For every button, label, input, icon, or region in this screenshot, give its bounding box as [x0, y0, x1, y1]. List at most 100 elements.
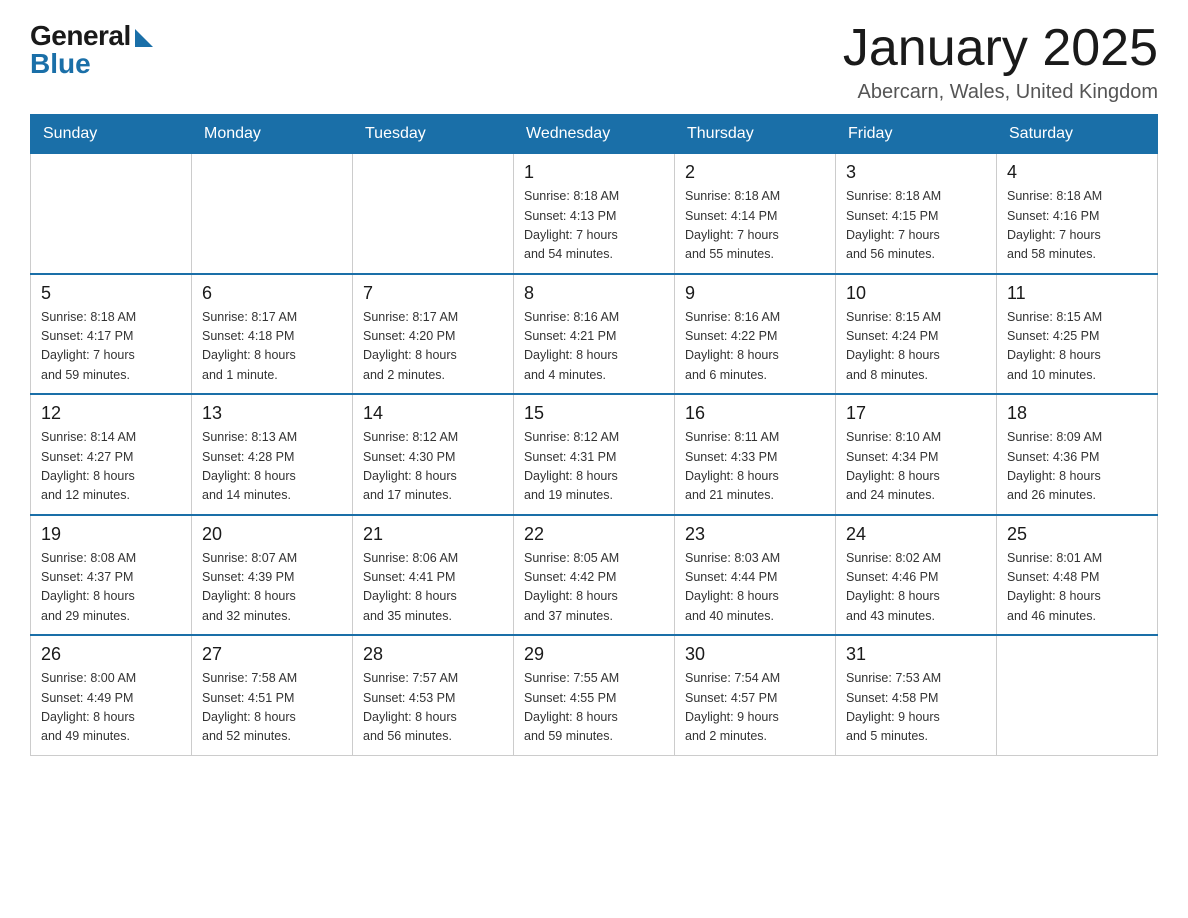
calendar-cell: 26 Sunrise: 8:00 AMSunset: 4:49 PMDayligh…: [31, 635, 192, 755]
day-info: Sunrise: 7:54 AMSunset: 4:57 PMDaylight:…: [685, 669, 825, 747]
calendar-cell: 9Sunrise: 8:16 AMSunset: 4:22 PMDaylight…: [675, 274, 836, 395]
col-header-thursday: Thursday: [675, 115, 836, 154]
day-info: Sunrise: 8:18 AMSunset: 4:16 PMDaylight:…: [1007, 187, 1147, 265]
calendar-cell: 21 Sunrise: 8:06 AMSunset: 4:41 PMDayligh…: [353, 515, 514, 636]
day-info: Sunrise: 8:07 AMSunset: 4:39 PMDaylight:…: [202, 549, 342, 627]
col-header-wednesday: Wednesday: [514, 115, 675, 154]
calendar-cell: 20 Sunrise: 8:07 AMSunset: 4:39 PMDayligh…: [192, 515, 353, 636]
logo: General Blue: [30, 20, 153, 80]
day-info: Sunrise: 7:57 AMSunset: 4:53 PMDaylight:…: [363, 669, 503, 747]
day-number: 6: [202, 283, 342, 304]
calendar-cell: [353, 154, 514, 274]
week-row-1: 1 Sunrise: 8:18 AMSunset: 4:13 PMDaylight…: [31, 154, 1158, 274]
week-row-5: 26 Sunrise: 8:00 AMSunset: 4:49 PMDayligh…: [31, 635, 1158, 755]
calendar-cell: 13Sunrise: 8:13 AMSunset: 4:28 PMDayligh…: [192, 394, 353, 515]
day-number: 18: [1007, 403, 1147, 424]
calendar-cell: 28Sunrise: 7:57 AMSunset: 4:53 PMDayligh…: [353, 635, 514, 755]
day-number: 24: [846, 524, 986, 545]
calendar-cell: [997, 635, 1158, 755]
day-number: 17: [846, 403, 986, 424]
day-info: Sunrise: 7:58 AMSunset: 4:51 PMDaylight:…: [202, 669, 342, 747]
calendar-cell: 18 Sunrise: 8:09 AMSunset: 4:36 PMDayligh…: [997, 394, 1158, 515]
calendar-cell: 3 Sunrise: 8:18 AMSunset: 4:15 PMDaylight…: [836, 154, 997, 274]
calendar-cell: 29 Sunrise: 7:55 AMSunset: 4:55 PMDayligh…: [514, 635, 675, 755]
logo-triangle-icon: [135, 29, 153, 47]
week-row-3: 12 Sunrise: 8:14 AMSunset: 4:27 PMDayligh…: [31, 394, 1158, 515]
day-number: 12: [41, 403, 181, 424]
calendar-cell: 8 Sunrise: 8:16 AMSunset: 4:21 PMDaylight…: [514, 274, 675, 395]
day-info: Sunrise: 8:17 AMSunset: 4:18 PMDaylight:…: [202, 308, 342, 386]
day-info: Sunrise: 8:18 AMSunset: 4:13 PMDaylight:…: [524, 187, 664, 265]
calendar-cell: 23 Sunrise: 8:03 AMSunset: 4:44 PMDayligh…: [675, 515, 836, 636]
day-number: 1: [524, 162, 664, 183]
day-number: 11: [1007, 283, 1147, 304]
calendar-cell: 30 Sunrise: 7:54 AMSunset: 4:57 PMDayligh…: [675, 635, 836, 755]
day-number: 22: [524, 524, 664, 545]
day-number: 29: [524, 644, 664, 665]
day-number: 20: [202, 524, 342, 545]
day-number: 19: [41, 524, 181, 545]
calendar-cell: 24Sunrise: 8:02 AMSunset: 4:46 PMDayligh…: [836, 515, 997, 636]
calendar-cell: 12 Sunrise: 8:14 AMSunset: 4:27 PMDayligh…: [31, 394, 192, 515]
calendar-cell: 25Sunrise: 8:01 AMSunset: 4:48 PMDayligh…: [997, 515, 1158, 636]
day-number: 2: [685, 162, 825, 183]
header-row: SundayMondayTuesdayWednesdayThursdayFrid…: [31, 115, 1158, 154]
col-header-sunday: Sunday: [31, 115, 192, 154]
day-info: Sunrise: 8:03 AMSunset: 4:44 PMDaylight:…: [685, 549, 825, 627]
day-info: Sunrise: 7:55 AMSunset: 4:55 PMDaylight:…: [524, 669, 664, 747]
day-number: 27: [202, 644, 342, 665]
calendar-table: SundayMondayTuesdayWednesdayThursdayFrid…: [30, 114, 1158, 756]
calendar-cell: 11Sunrise: 8:15 AMSunset: 4:25 PMDayligh…: [997, 274, 1158, 395]
day-info: Sunrise: 8:09 AMSunset: 4:36 PMDaylight:…: [1007, 428, 1147, 506]
day-info: Sunrise: 8:01 AMSunset: 4:48 PMDaylight:…: [1007, 549, 1147, 627]
calendar-cell: [192, 154, 353, 274]
day-number: 26: [41, 644, 181, 665]
day-number: 31: [846, 644, 986, 665]
day-info: Sunrise: 8:12 AMSunset: 4:31 PMDaylight:…: [524, 428, 664, 506]
day-info: Sunrise: 8:13 AMSunset: 4:28 PMDaylight:…: [202, 428, 342, 506]
day-info: Sunrise: 8:18 AMSunset: 4:14 PMDaylight:…: [685, 187, 825, 265]
day-info: Sunrise: 7:53 AMSunset: 4:58 PMDaylight:…: [846, 669, 986, 747]
day-number: 9: [685, 283, 825, 304]
calendar-cell: [31, 154, 192, 274]
day-info: Sunrise: 8:00 AMSunset: 4:49 PMDaylight:…: [41, 669, 181, 747]
calendar-cell: 19 Sunrise: 8:08 AMSunset: 4:37 PMDayligh…: [31, 515, 192, 636]
day-info: Sunrise: 8:18 AMSunset: 4:15 PMDaylight:…: [846, 187, 986, 265]
day-info: Sunrise: 8:10 AMSunset: 4:34 PMDaylight:…: [846, 428, 986, 506]
day-number: 23: [685, 524, 825, 545]
day-info: Sunrise: 8:05 AMSunset: 4:42 PMDaylight:…: [524, 549, 664, 627]
calendar-cell: 4 Sunrise: 8:18 AMSunset: 4:16 PMDaylight…: [997, 154, 1158, 274]
calendar-cell: 5 Sunrise: 8:18 AMSunset: 4:17 PMDaylight…: [31, 274, 192, 395]
day-number: 5: [41, 283, 181, 304]
col-header-monday: Monday: [192, 115, 353, 154]
calendar-cell: 2 Sunrise: 8:18 AMSunset: 4:14 PMDaylight…: [675, 154, 836, 274]
calendar-cell: 1 Sunrise: 8:18 AMSunset: 4:13 PMDaylight…: [514, 154, 675, 274]
title-section: January 2025 Abercarn, Wales, United Kin…: [843, 20, 1158, 104]
day-number: 10: [846, 283, 986, 304]
calendar-cell: 27 Sunrise: 7:58 AMSunset: 4:51 PMDayligh…: [192, 635, 353, 755]
day-number: 30: [685, 644, 825, 665]
calendar-cell: 17 Sunrise: 8:10 AMSunset: 4:34 PMDayligh…: [836, 394, 997, 515]
day-number: 14: [363, 403, 503, 424]
day-info: Sunrise: 8:16 AMSunset: 4:21 PMDaylight:…: [524, 308, 664, 386]
day-info: Sunrise: 8:14 AMSunset: 4:27 PMDaylight:…: [41, 428, 181, 506]
col-header-friday: Friday: [836, 115, 997, 154]
day-number: 7: [363, 283, 503, 304]
day-info: Sunrise: 8:06 AMSunset: 4:41 PMDaylight:…: [363, 549, 503, 627]
day-number: 4: [1007, 162, 1147, 183]
day-number: 21: [363, 524, 503, 545]
day-info: Sunrise: 8:18 AMSunset: 4:17 PMDaylight:…: [41, 308, 181, 386]
col-header-saturday: Saturday: [997, 115, 1158, 154]
week-row-4: 19 Sunrise: 8:08 AMSunset: 4:37 PMDayligh…: [31, 515, 1158, 636]
calendar-cell: 10 Sunrise: 8:15 AMSunset: 4:24 PMDayligh…: [836, 274, 997, 395]
day-number: 16: [685, 403, 825, 424]
calendar-cell: 16 Sunrise: 8:11 AMSunset: 4:33 PMDayligh…: [675, 394, 836, 515]
day-info: Sunrise: 8:12 AMSunset: 4:30 PMDaylight:…: [363, 428, 503, 506]
calendar-cell: 6 Sunrise: 8:17 AMSunset: 4:18 PMDaylight…: [192, 274, 353, 395]
day-number: 8: [524, 283, 664, 304]
day-info: Sunrise: 8:08 AMSunset: 4:37 PMDaylight:…: [41, 549, 181, 627]
day-info: Sunrise: 8:15 AMSunset: 4:24 PMDaylight:…: [846, 308, 986, 386]
logo-blue-text: Blue: [30, 48, 91, 80]
day-info: Sunrise: 8:11 AMSunset: 4:33 PMDaylight:…: [685, 428, 825, 506]
day-number: 3: [846, 162, 986, 183]
